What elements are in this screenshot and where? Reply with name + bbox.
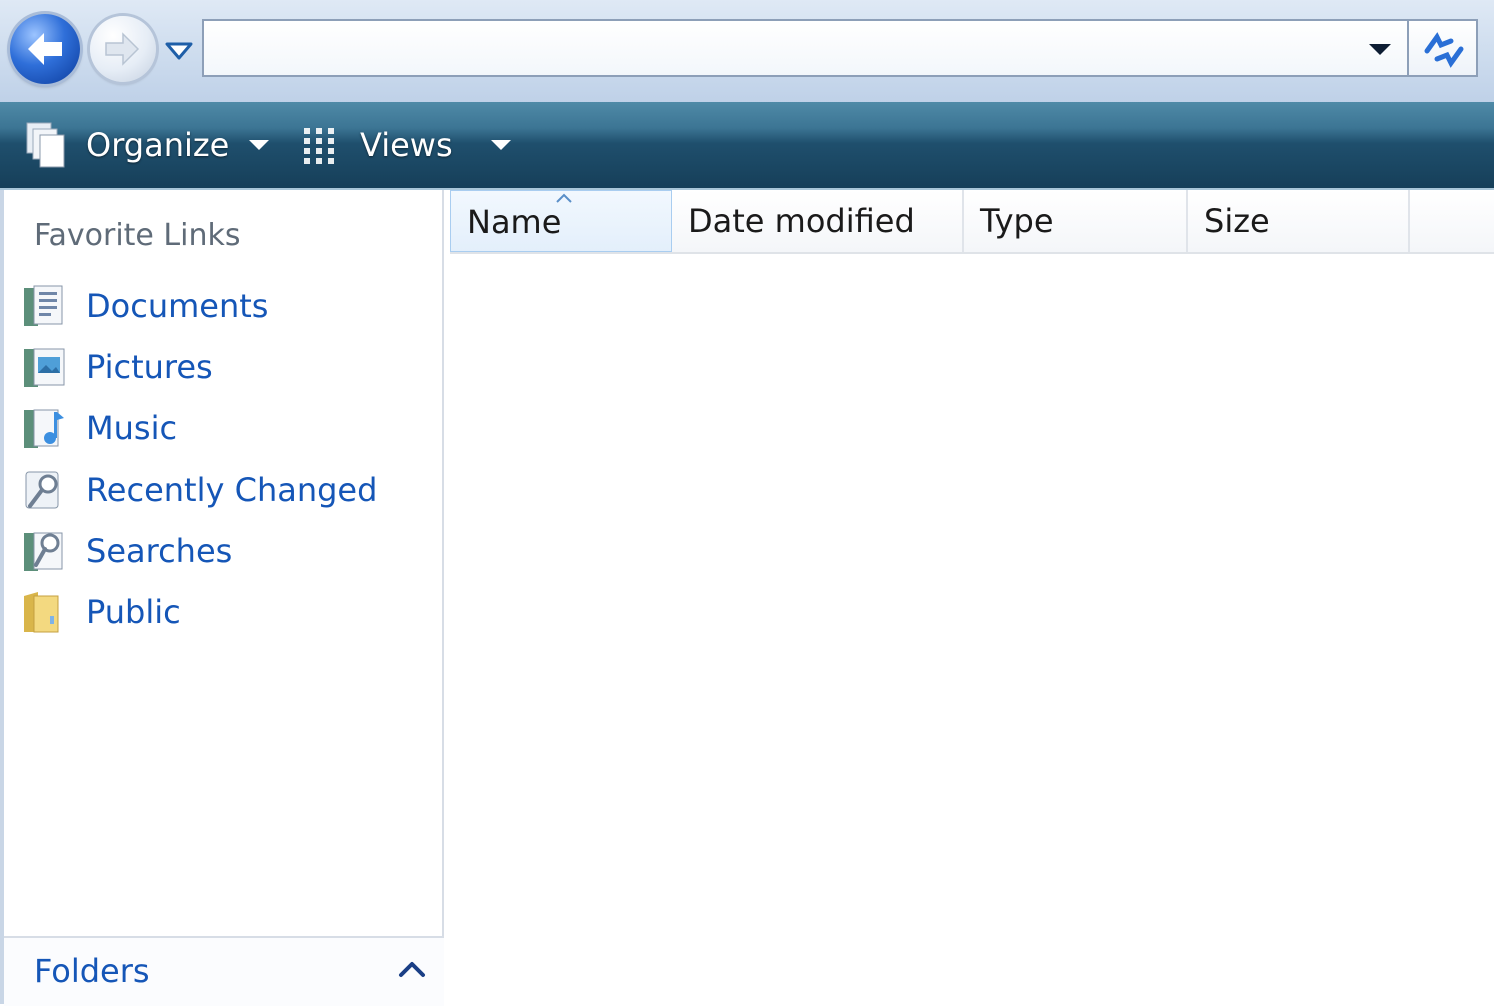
address-bar[interactable] (202, 19, 1407, 77)
refresh-icon (1424, 32, 1464, 68)
chevron-down-icon (249, 140, 270, 150)
dropdown-caret-icon[interactable] (1367, 41, 1393, 57)
column-header-name[interactable]: Name (450, 190, 672, 252)
favorite-link-label: Pictures (86, 348, 213, 386)
column-header-type[interactable]: Type (964, 190, 1188, 252)
chevron-down-icon (165, 42, 193, 60)
column-header-date-modified[interactable]: Date modified (672, 190, 964, 252)
column-header-label: Name (467, 203, 562, 241)
views-label: Views (360, 126, 453, 164)
searches-folder-icon (24, 532, 63, 571)
column-header-label: Type (980, 202, 1054, 240)
documents-folder-icon (24, 285, 63, 326)
file-list-body[interactable] (450, 254, 1494, 1004)
favorite-link-documents[interactable]: Documents (20, 280, 420, 332)
favorite-link-music[interactable]: Music (20, 402, 420, 454)
forward-arrow-icon (105, 32, 140, 66)
favorite-link-pictures[interactable]: Pictures (20, 341, 420, 393)
public-folder-icon (24, 592, 59, 633)
column-header-label: Date modified (688, 202, 915, 240)
favorite-link-label: Documents (86, 287, 269, 325)
organize-icon (26, 122, 65, 168)
refresh-button[interactable] (1407, 19, 1478, 77)
recent-pages-button[interactable] (164, 38, 194, 64)
music-folder-icon (24, 409, 64, 448)
chevron-up-icon[interactable] (398, 960, 426, 978)
column-header-label: Size (1204, 202, 1270, 240)
pictures-folder-icon (24, 348, 65, 387)
favorite-link-label: Music (86, 409, 178, 447)
back-arrow-icon (28, 33, 62, 65)
forward-button[interactable] (90, 16, 156, 82)
favorite-link-public[interactable]: Public (20, 586, 420, 638)
chevron-down-icon (490, 140, 511, 150)
command-bar: Organize Views (0, 102, 1494, 190)
folders-label: Folders (34, 952, 150, 990)
column-header-size[interactable]: Size (1188, 190, 1410, 252)
address-toolbar (0, 0, 1494, 102)
views-icon (304, 128, 334, 164)
favorite-link-label: Public (86, 593, 181, 631)
organize-button[interactable]: Organize (24, 102, 271, 188)
file-list-pane: Name Date modified Type Size (446, 190, 1494, 1004)
favorite-link-label: Recently Changed (86, 471, 378, 509)
folders-bar[interactable]: Folders (4, 936, 444, 1006)
address-input[interactable] (212, 27, 1356, 71)
back-button[interactable] (10, 14, 80, 84)
favorite-link-label: Searches (86, 532, 233, 570)
column-header-row: Name Date modified Type Size (450, 190, 1494, 254)
sort-ascending-icon (556, 193, 572, 203)
favorite-link-recently-changed[interactable]: Recently Changed (20, 464, 420, 516)
navigation-pane: Favorite Links Documents Pictures Music … (0, 190, 444, 1006)
views-button[interactable]: Views (300, 102, 513, 188)
organize-label: Organize (86, 126, 230, 164)
recently-changed-icon (25, 471, 59, 509)
favorite-links-title: Favorite Links (34, 218, 241, 253)
favorite-link-searches[interactable]: Searches (20, 525, 420, 577)
